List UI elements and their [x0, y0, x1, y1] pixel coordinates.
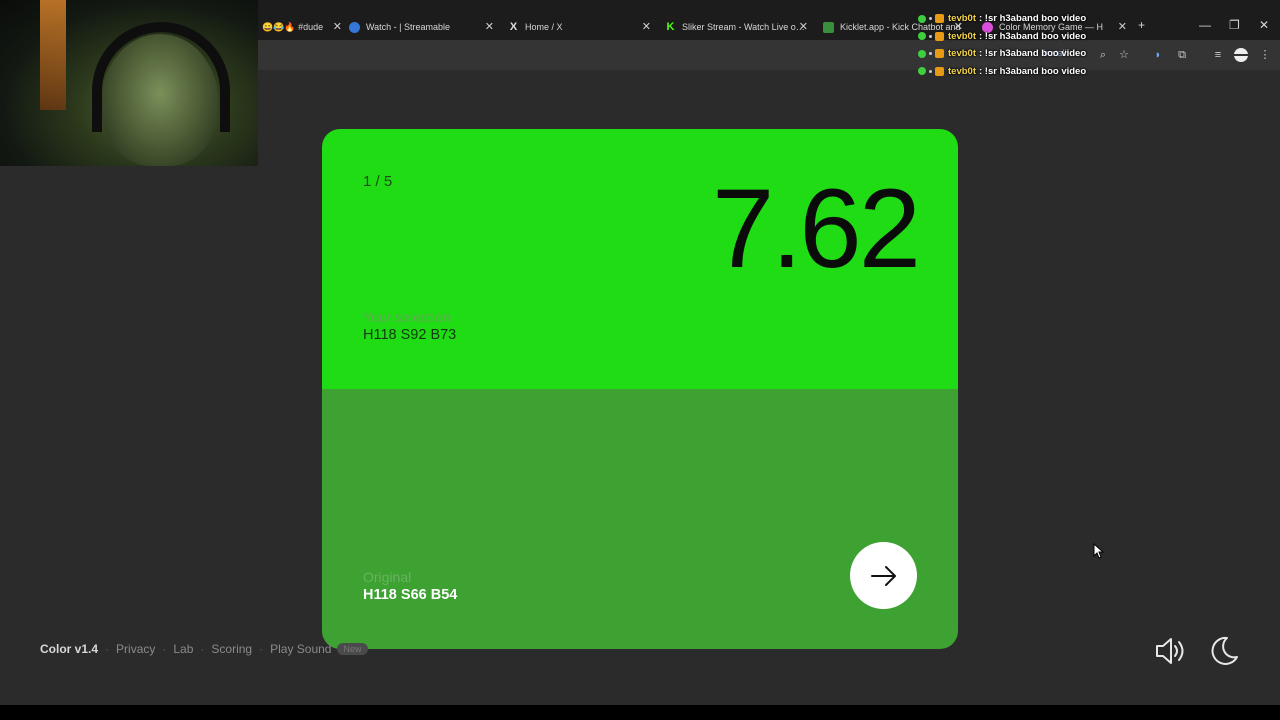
streamer-headset — [92, 22, 230, 132]
bot-badge-icon — [935, 31, 944, 41]
media-queue-icon[interactable]: ≡ — [1210, 47, 1226, 63]
selection-label: Your selection — [363, 309, 451, 325]
chat-username: tevb0t — [948, 65, 976, 77]
chat-username: tevb0t — [948, 13, 976, 25]
user-badge-icon — [918, 67, 926, 76]
result-card: 1 / 5 7.62 Your selection H118 S92 B73 O… — [322, 129, 958, 649]
lab-link[interactable]: Lab — [173, 642, 193, 656]
chat-message: tevb0t: !sr h3aband boo video — [918, 63, 1118, 81]
streamable-icon — [349, 21, 360, 33]
maximize-icon[interactable]: ❐ — [1229, 18, 1240, 32]
chat-text: : !sr h3aband boo video — [978, 48, 1087, 60]
webcam-overlay — [0, 0, 258, 166]
new-tab-icon[interactable]: + — [1138, 18, 1145, 32]
bot-badge-icon — [935, 66, 944, 76]
kicklet-icon — [823, 21, 834, 33]
bot-badge-icon — [935, 49, 944, 59]
arrow-right-icon — [870, 565, 896, 586]
mouse-cursor-icon — [1093, 543, 1105, 559]
tab-streamable[interactable]: Watch - | Streamable ✕ — [349, 14, 494, 40]
tab-x-home[interactable]: X Home / X ✕ — [508, 14, 651, 40]
chat-text: : !sr h3aband boo video — [978, 13, 1087, 25]
original-hsb-value: H118 S66 B54 — [363, 587, 458, 603]
bookmark-star-icon[interactable]: ☆ — [1116, 47, 1132, 63]
close-icon[interactable]: ✕ — [642, 20, 651, 33]
play-sound-link[interactable]: Play Sound — [270, 642, 331, 656]
moon-icon — [1211, 636, 1238, 665]
tab-label: 😀😂🔥 #dude — [262, 21, 324, 32]
webcam-background-light — [40, 0, 66, 110]
tab-sliker-stream[interactable]: K Sliker Stream - Watch Live on K ✕ — [665, 14, 808, 40]
x-logo-icon: X — [509, 21, 518, 33]
chat-username: tevb0t — [948, 48, 976, 60]
speaker-icon — [1156, 638, 1184, 664]
bot-badge-icon — [935, 14, 944, 24]
screen: 😀😂🔥 #dude ✕ Watch - | Streamable ✕ X Hom… — [0, 0, 1280, 720]
original-label: Original — [363, 569, 412, 585]
kick-logo-icon: K — [666, 21, 675, 33]
bullet-icon — [929, 17, 932, 21]
score-value: 7.62 — [712, 166, 921, 291]
app-version: Color v1.4 — [40, 642, 99, 656]
bullet-icon — [929, 34, 932, 38]
next-round-button[interactable] — [850, 542, 917, 609]
kebab-menu-icon[interactable]: ⋮ — [1257, 47, 1273, 63]
original-swatch: Original H118 S66 B54 — [322, 389, 958, 649]
chat-username: tevb0t — [948, 30, 976, 42]
tab-dude[interactable]: 😀😂🔥 #dude ✕ — [262, 14, 342, 40]
close-icon[interactable]: ✕ — [333, 20, 342, 33]
window-close-icon[interactable]: ✕ — [1259, 18, 1269, 32]
bullet-icon — [929, 69, 932, 73]
chat-message: tevb0t: !sr h3aband boo video — [918, 45, 1118, 63]
round-counter: 1 / 5 — [363, 173, 393, 190]
tab-label: Home / X — [525, 22, 563, 32]
extension-audio-icon[interactable]: ◗ — [1150, 47, 1166, 63]
chat-message: tevb0t: !sr h3aband boo video — [918, 28, 1118, 46]
chat-text: : !sr h3aband boo video — [978, 30, 1087, 42]
new-badge: New — [337, 643, 368, 655]
scoring-link[interactable]: Scoring — [211, 642, 252, 656]
profile-avatar-icon[interactable] — [1233, 47, 1249, 63]
minimize-icon[interactable]: — — [1199, 18, 1211, 32]
close-icon[interactable]: ✕ — [1118, 20, 1127, 33]
extensions-puzzle-icon[interactable]: ⧉ — [1174, 47, 1190, 63]
sound-toggle-button[interactable] — [1152, 633, 1188, 669]
tab-label: Watch - | Streamable — [366, 22, 451, 32]
chat-message: tevb0t: !sr h3aband boo video — [918, 10, 1118, 28]
tab-label: Sliker Stream - Watch Live on K — [682, 22, 808, 32]
user-badge-icon — [918, 14, 926, 23]
privacy-link[interactable]: Privacy — [116, 642, 155, 656]
bullet-icon — [929, 52, 932, 56]
user-badge-icon — [918, 32, 926, 41]
chat-overlay: tevb0t: !sr h3aband boo video tevb0t: !s… — [918, 10, 1118, 80]
chat-text: : !sr h3aband boo video — [978, 65, 1087, 77]
user-badge-icon — [918, 49, 926, 58]
close-icon[interactable]: ✕ — [485, 20, 494, 33]
selection-hsb-value: H118 S92 B73 — [363, 327, 457, 343]
bottom-strip — [0, 705, 1280, 720]
footer: Color v1.4 · Privacy · Lab · Scoring · P… — [40, 642, 368, 656]
selection-swatch: 1 / 5 7.62 Your selection H118 S92 B73 — [322, 129, 958, 389]
theme-toggle-button[interactable] — [1207, 633, 1241, 669]
close-icon[interactable]: ✕ — [799, 20, 808, 33]
